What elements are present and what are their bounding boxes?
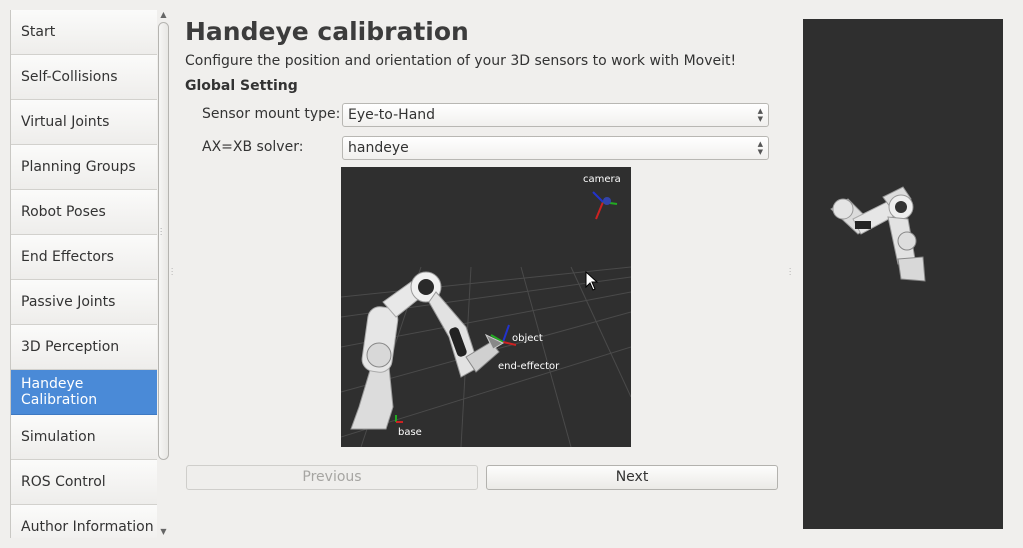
next-button[interactable]: Next <box>486 465 778 490</box>
sidebar-scrollbar[interactable]: ▲ · · · ▼ <box>157 10 170 538</box>
right-splitter-handle[interactable]: · · · <box>789 266 791 279</box>
sidebar-item-virtual-joints[interactable]: Virtual Joints <box>11 100 157 145</box>
sidebar-item-author-information[interactable]: Author Information <box>11 505 157 538</box>
page-title: Handeye calibration <box>185 17 469 46</box>
solver-select[interactable]: handeye ▲ ▼ <box>342 136 769 160</box>
robot-arm-icon <box>350 271 500 430</box>
sidebar-item-simulation[interactable]: Simulation <box>11 415 157 460</box>
sidebar-item-planning-groups[interactable]: Planning Groups <box>11 145 157 190</box>
sidebar-item-handeye-calibration[interactable]: Handeye Calibration <box>11 370 157 415</box>
sidebar-item-passive-joints[interactable]: Passive Joints <box>11 280 157 325</box>
solver-label: AX=XB solver: <box>202 139 304 155</box>
sidebar-nav: Start Self-Collisions Virtual Joints Pla… <box>10 10 157 538</box>
sensor-mount-label: Sensor mount type: <box>202 106 341 122</box>
sidebar-item-ros-control[interactable]: ROS Control <box>11 460 157 505</box>
scroll-up-icon[interactable]: ▲ <box>157 10 170 20</box>
page-description: Configure the position and orientation o… <box>185 53 737 69</box>
sidebar-item-start[interactable]: Start <box>11 10 157 55</box>
sidebar-item-3d-perception[interactable]: 3D Perception <box>11 325 157 370</box>
camera-frame-label: camera <box>583 174 621 185</box>
camera-frame-icon <box>592 191 618 220</box>
sidebar-item-self-collisions[interactable]: Self-Collisions <box>11 55 157 100</box>
robot-preview-illustration <box>830 186 926 282</box>
grip-icon: · · · <box>160 225 163 239</box>
sensor-mount-select[interactable]: Eye-to-Hand ▲ ▼ <box>342 103 769 127</box>
mouse-cursor-icon <box>585 271 599 291</box>
left-splitter-handle[interactable]: · · · <box>171 266 173 279</box>
robot-arm-icon <box>830 186 926 282</box>
scrollbar-thumb[interactable] <box>158 22 169 460</box>
section-title: Global Setting <box>185 78 298 94</box>
calibration-3d-view[interactable]: camera object end-effector base <box>341 167 631 447</box>
scroll-down-icon[interactable]: ▼ <box>157 527 170 537</box>
solver-value: handeye <box>348 140 409 156</box>
base-frame-label: base <box>398 427 422 438</box>
sensor-mount-value: Eye-to-Hand <box>348 107 436 123</box>
sidebar-item-end-effectors[interactable]: End Effectors <box>11 235 157 280</box>
end-effector-frame-label: end-effector <box>498 361 560 372</box>
object-frame-label: object <box>512 333 543 344</box>
sidebar-item-robot-poses[interactable]: Robot Poses <box>11 190 157 235</box>
updown-arrows-icon: ▲ ▼ <box>757 107 763 123</box>
previous-button[interactable]: Previous <box>186 465 478 490</box>
main-panel: Handeye calibration Configure the positi… <box>185 0 785 548</box>
robot-scene-illustration <box>341 191 631 447</box>
robot-preview-panel[interactable] <box>803 19 1003 529</box>
updown-arrows-icon: ▲ ▼ <box>757 140 763 156</box>
